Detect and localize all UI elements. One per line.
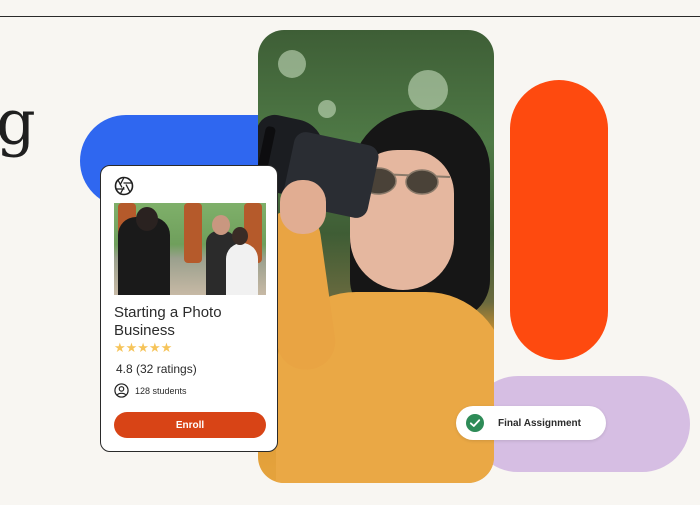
course-title[interactable]: Starting a Photo Business xyxy=(114,304,270,340)
hand-shape xyxy=(280,180,326,234)
top-divider xyxy=(0,16,700,17)
thumbnail-groom-head xyxy=(212,215,230,235)
final-assignment-label: Final Assignment xyxy=(498,417,581,429)
bokeh-light xyxy=(318,100,336,118)
star-icons: ★★★★★ xyxy=(114,340,173,355)
bokeh-light xyxy=(408,70,448,110)
decorative-orange-shape xyxy=(510,80,608,360)
students-row: 128 students xyxy=(114,383,187,398)
bokeh-light xyxy=(278,50,306,78)
person-circle-icon xyxy=(114,383,129,398)
students-count: 128 students xyxy=(135,385,187,396)
thumbnail-photographer-head xyxy=(136,207,158,231)
aperture-icon xyxy=(114,176,134,196)
check-circle-icon xyxy=(466,414,484,432)
thumbnail-bride-head xyxy=(232,227,248,245)
course-card[interactable]: Starting a Photo Business ★★★★★ 4.8 (32 … xyxy=(100,165,278,452)
final-assignment-badge: Final Assignment xyxy=(456,406,606,440)
enroll-button[interactable]: Enroll xyxy=(114,412,266,438)
hero-heading-fragment: g xyxy=(0,86,36,159)
course-thumbnail-image xyxy=(114,203,266,295)
star-rating: ★★★★★ xyxy=(114,341,172,354)
thumbnail-tree xyxy=(184,203,202,263)
thumbnail-bride xyxy=(226,243,258,295)
rating-text: 4.8 (32 ratings) xyxy=(116,362,197,376)
